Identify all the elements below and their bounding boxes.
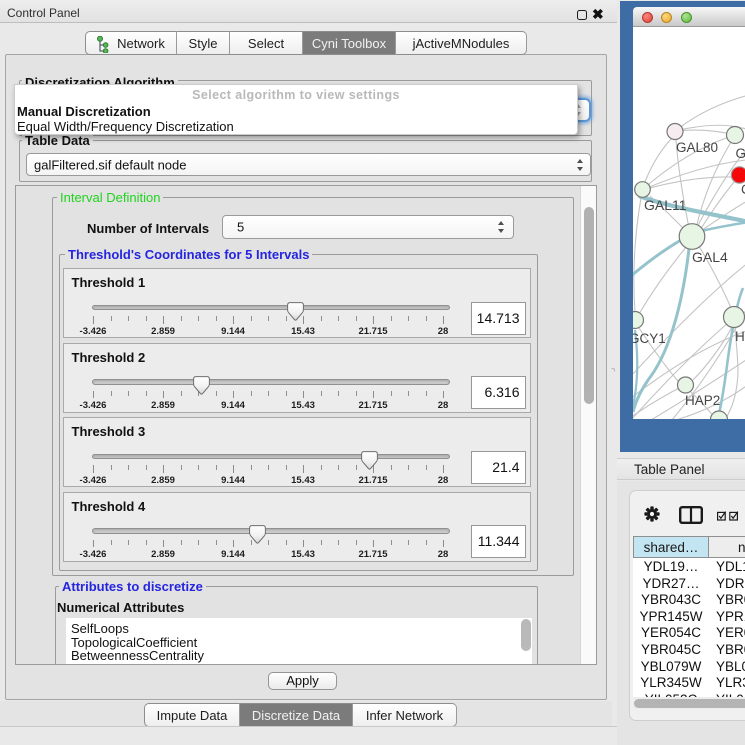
svg-text:GAL80: GAL80 [676, 140, 718, 155]
svg-text:GAL4: GAL4 [692, 249, 728, 265]
svg-text:GAL11: GAL11 [644, 197, 687, 213]
svg-text:HAP2: HAP2 [685, 393, 720, 408]
svg-text:H: H [735, 329, 745, 344]
svg-text:GA: GA [735, 146, 745, 161]
svg-text:C: C [741, 182, 745, 197]
svg-text:GCY1: GCY1 [633, 331, 666, 346]
